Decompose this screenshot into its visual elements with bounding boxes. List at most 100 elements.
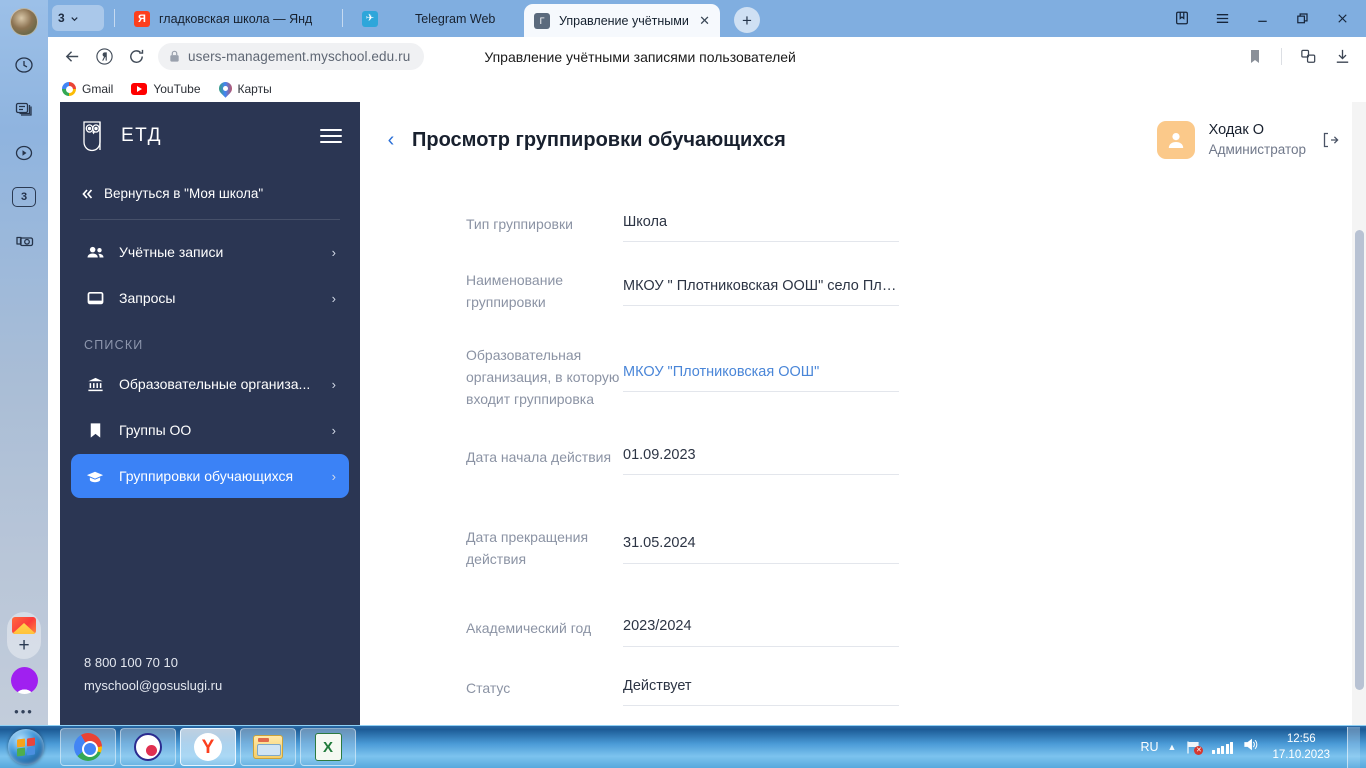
downloads-icon[interactable] [1326,42,1358,72]
support-email[interactable]: myschool@gosuslugi.ru [84,675,336,697]
field-value: Школа [623,214,668,230]
field-underline [623,645,899,647]
chevron-right-icon: › [331,468,336,484]
chrome-icon [74,733,102,761]
browser-toolbar: users-management.myschool.edu.ru Управле… [48,37,1366,76]
bookmark-gmail[interactable]: Gmail [62,82,113,96]
new-tab-button[interactable]: + [734,7,760,33]
user-menu[interactable]: Ходак О Администратор [1156,121,1340,159]
clipped-field-row [360,178,1366,192]
people-icon [84,243,106,262]
profile-avatar[interactable] [10,8,38,36]
taskbar-yandex-browser[interactable]: Y [180,728,236,766]
collections-icon[interactable] [1164,4,1200,32]
mail-icon[interactable] [12,617,36,634]
tab-gosuslugi[interactable]: Г Управление учётными ✕ [524,4,720,37]
sidebar-back-link[interactable]: Вернуться в "Моя школа" [60,176,360,211]
taskbar-excel[interactable]: X [300,728,356,766]
field-row-end-date: Дата прекращения действия 31.05.2024 [466,523,1366,571]
bookmark-maps[interactable]: Карты [219,82,272,97]
clipped-field-label [466,178,623,184]
back-button[interactable] [56,42,88,72]
taskbar-chrome[interactable] [60,728,116,766]
field-label: Дата начала действия [466,449,612,466]
chevron-right-icon: › [331,244,336,260]
add-plus-icon[interactable]: + [18,636,29,655]
page-scrollbar[interactable] [1352,102,1366,725]
tab-title: гладковская школа — Янд [159,11,313,26]
user-role: Администратор [1208,141,1306,157]
field-label: Академический год [466,620,592,637]
page-back-button[interactable]: ‹ [378,127,404,153]
chevron-right-icon: › [331,290,336,306]
history-clock-icon[interactable] [9,50,39,80]
support-phone[interactable]: 8 800 100 70 10 [84,652,336,674]
address-bar[interactable]: users-management.myschool.edu.ru [158,43,425,70]
field-value: 31.05.2024 [623,535,696,552]
sidebar-item-requests[interactable]: Запросы › [71,276,349,320]
bookmark-star-icon[interactable] [1239,42,1271,72]
maximize-button[interactable] [1284,4,1320,32]
media-play-icon[interactable] [9,138,39,168]
taskbar-coreldraw[interactable] [120,728,176,766]
page-title: Просмотр группировки обучающихся [412,128,786,151]
extensions-icon[interactable] [1292,42,1324,72]
more-dots-icon[interactable]: ••• [14,704,34,719]
app-logo[interactable]: ЕТД [78,118,162,154]
tray-expand-icon[interactable]: ▲ [1168,742,1177,752]
language-indicator[interactable]: RU [1140,740,1158,754]
field-value: 2023/2024 [623,618,692,635]
screenshot-camera-icon[interactable] [9,226,39,256]
clock[interactable]: 12:56 17.10.2023 [1268,731,1334,764]
close-window-button[interactable] [1324,4,1360,32]
document-title: Управление учётными записями пользовател… [484,48,796,65]
field-value-wrap: 2023/2024 [623,614,899,647]
field-value-link[interactable]: МКОУ "Плотниковская ООШ" [623,360,899,391]
field-underline [623,391,899,393]
tab-count-badge: 3 [12,187,36,207]
tab-yandex[interactable]: Я гладковская школа — Янд [124,3,336,34]
field-value: 01.09.2023 [623,447,696,464]
sidebar-item-accounts[interactable]: Учётные записи › [71,230,349,274]
browser-menu-icon[interactable] [1204,4,1240,32]
lock-icon [170,50,179,62]
minimize-button[interactable] [1244,4,1280,32]
show-desktop-button[interactable] [1347,726,1360,768]
google-icon [62,82,76,96]
opera-icon[interactable] [10,667,38,694]
chevron-right-icon: › [331,376,336,392]
bookmark-youtube[interactable]: YouTube [131,82,201,96]
tab-counter-value: 3 [58,11,65,25]
field-value-wrap: 01.09.2023 [623,443,899,476]
tab-telegram[interactable]: ✈ Telegram Web [352,3,552,34]
network-warning-icon[interactable]: ✕ [1185,740,1204,755]
chevron-right-icon: › [331,422,336,438]
bookmark-label: YouTube [153,82,201,96]
sidebar-item-organizations[interactable]: Образовательные организа... › [71,362,349,406]
double-chevron-left-icon [82,188,93,199]
notes-icon[interactable] [9,94,39,124]
sidebar-item-student-groupings[interactable]: Группировки обучающихся › [71,454,349,498]
tab-counter[interactable]: 3 [52,5,104,31]
app-logo-text: ЕТД [121,125,163,146]
field-underline [623,474,899,476]
logout-icon[interactable] [1320,130,1340,150]
signal-icon[interactable] [1212,740,1234,754]
clock-time: 12:56 [1286,732,1316,745]
toolbar-actions [1239,42,1358,72]
hamburger-icon[interactable] [320,129,342,143]
tab-count-icon[interactable]: 3 [9,182,39,212]
close-icon[interactable]: ✕ [699,13,710,29]
sidebar-footer: 8 800 100 70 10 myschool@gosuslugi.ru [60,652,360,725]
volume-icon[interactable] [1242,737,1259,757]
field-label: Статус [466,679,511,696]
scrollbar-thumb[interactable] [1355,230,1364,690]
side-panel-apps: + [7,612,41,659]
bank-icon [84,375,106,394]
sidebar-item-oo-groups[interactable]: Группы ОО › [71,408,349,452]
reload-button[interactable] [120,42,152,72]
start-button[interactable] [2,727,50,767]
yandex-home-icon[interactable] [88,42,120,72]
taskbar-explorer[interactable] [240,728,296,766]
youtube-icon [131,83,148,95]
